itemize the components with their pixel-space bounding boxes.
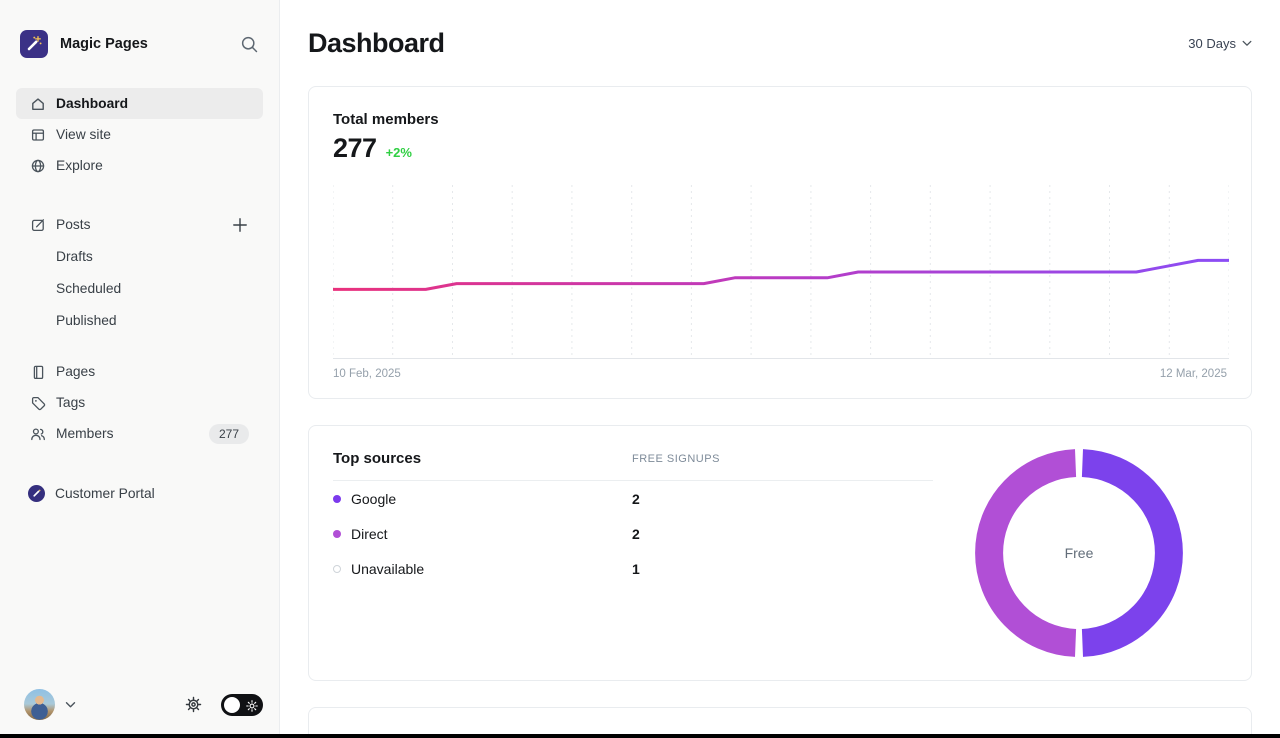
sidebar-item-members[interactable]: Members 277 [16,418,263,449]
tag-icon [30,395,46,411]
browser-icon [30,127,46,143]
date-range-label: 30 Days [1188,36,1236,51]
members-card-title: Total members [333,111,1227,128]
sidebar-item-customer-portal[interactable]: Customer Portal [16,477,263,509]
members-line-chart [333,185,1229,359]
globe-icon [30,158,46,174]
sidebar: Magic Pages Dashboard Vie [0,0,280,738]
search-icon[interactable] [239,34,259,54]
sidebar-item-label: Drafts [56,249,93,264]
window-bottom-edge [0,734,1280,738]
date-range-dropdown[interactable]: 30 Days [1188,36,1252,51]
content-nav: Pages Tags Members 277 [16,356,263,449]
customer-portal-icon [28,485,45,502]
main-header: Dashboard 30 Days [308,0,1252,60]
page-icon [30,364,46,380]
sidebar-item-pages[interactable]: Pages [16,356,263,387]
sidebar-item-tags[interactable]: Tags [16,387,263,418]
source-dot [333,530,341,538]
source-row-unavailable[interactable]: Unavailable 1 [333,551,933,586]
site-logo[interactable] [20,30,48,58]
posts-nav: Posts Drafts Scheduled Published [16,209,263,336]
magic-wand-icon [25,35,43,53]
sun-icon [246,699,258,711]
sidebar-item-label: Members [56,426,114,441]
sidebar-footer [16,689,263,720]
sidebar-item-label: Posts [56,217,91,232]
page-title: Dashboard [308,28,445,59]
members-delta: +2% [386,145,412,160]
source-dot [333,565,341,573]
sidebar-item-explore[interactable]: Explore [16,150,263,181]
dark-mode-toggle[interactable] [221,694,263,716]
source-value: 1 [632,561,933,577]
sidebar-item-dashboard[interactable]: Dashboard [16,88,263,119]
chart-start-date: 10 Feb, 2025 [333,368,401,380]
free-signups-column-header: FREE SIGNUPS [632,453,933,465]
source-dot [333,495,341,503]
site-name: Magic Pages [60,36,239,52]
sidebar-item-drafts[interactable]: Drafts [16,240,263,272]
sidebar-item-view-site[interactable]: View site [16,119,263,150]
main-content: Dashboard 30 Days Total members 277 +2% … [280,0,1280,738]
members-count-badge: 277 [209,424,249,444]
users-icon [30,426,46,442]
user-avatar[interactable] [24,689,55,720]
members-count: 277 [333,133,377,164]
home-icon [30,96,46,112]
source-name: Direct [351,526,388,542]
total-members-card: Total members 277 +2% 10 Feb, 2025 12 Ma… [308,86,1252,399]
sidebar-item-label: Tags [56,395,85,410]
toggle-knob [224,697,240,713]
chevron-down-icon [1242,40,1252,47]
top-sources-card: Top sources FREE SIGNUPS Google 2 Direct… [308,425,1252,681]
source-name: Unavailable [351,561,424,577]
sidebar-item-label: Scheduled [56,281,121,296]
sidebar-item-label: Pages [56,364,95,379]
source-row-google[interactable]: Google 2 [333,481,933,516]
source-row-direct[interactable]: Direct 2 [333,516,933,551]
sources-donut: Free [975,449,1183,657]
source-name: Google [351,491,396,507]
sidebar-item-posts[interactable]: Posts [16,209,263,240]
sidebar-item-published[interactable]: Published [16,304,263,336]
edit-icon [30,217,46,233]
chevron-down-icon[interactable] [65,696,76,714]
sidebar-item-label: Customer Portal [55,486,155,501]
members-chart-area: 10 Feb, 2025 12 Mar, 2025 [333,185,1227,380]
chart-end-date: 12 Mar, 2025 [1160,368,1227,380]
sidebar-item-label: Dashboard [56,96,128,111]
add-post-button[interactable] [231,216,249,234]
sidebar-item-label: View site [56,127,111,142]
donut-center-label: Free [975,449,1183,657]
sources-card-title: Top sources [333,450,632,467]
source-value: 2 [632,491,933,507]
sidebar-item-label: Published [56,313,117,328]
settings-gear-icon[interactable] [184,695,203,714]
sidebar-item-label: Explore [56,158,103,173]
sidebar-header: Magic Pages [16,0,263,58]
primary-nav: Dashboard View site Explore [16,88,263,181]
sidebar-item-scheduled[interactable]: Scheduled [16,272,263,304]
source-value: 2 [632,526,933,542]
